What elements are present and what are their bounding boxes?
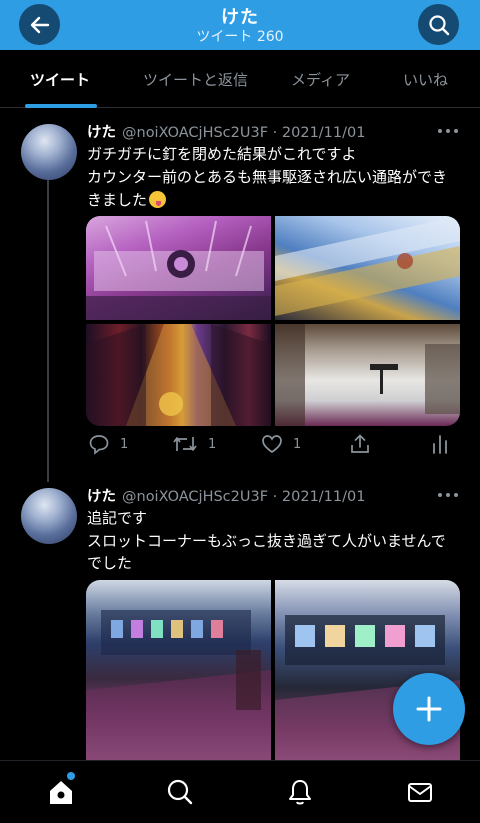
share-icon <box>351 434 369 453</box>
tweet-text-line: 追記です <box>87 509 148 527</box>
tweet-header: けた @noiXOACjHSc2U3F · 2021/11/01 <box>87 485 365 506</box>
nav-notifications[interactable] <box>285 777 315 807</box>
nav-search[interactable] <box>165 777 195 807</box>
home-icon <box>50 781 72 804</box>
tweet-text-line: ガチガチに釘を閉めた結果がこれですよ <box>87 145 357 163</box>
tweet-text-line: スロットコーナーもぶっこ抜き過ぎて人がいませんで <box>87 532 446 550</box>
tweet-header: けた @noiXOACjHSc2U3F · 2021/11/01 <box>87 121 365 142</box>
retweet-button[interactable]: 1 <box>172 433 216 455</box>
profile-header: けた ツイート 260 <box>0 0 480 50</box>
tweet-text-line: でした <box>87 554 133 572</box>
notification-dot <box>67 772 75 780</box>
reply-icon <box>89 435 109 455</box>
search-icon <box>167 779 193 805</box>
thread-line <box>47 180 49 482</box>
share-button[interactable] <box>349 433 371 455</box>
retweet-count: 1 <box>208 436 217 452</box>
nav-home[interactable] <box>46 777 76 807</box>
tweet-media-grid <box>86 216 460 426</box>
analytics-icon <box>433 435 447 454</box>
tweet-date[interactable]: 2021/11/01 <box>282 125 366 141</box>
separator: · <box>272 125 278 141</box>
zany-face-emoji <box>149 191 167 208</box>
more-options-icon[interactable] <box>438 126 458 136</box>
reply-button[interactable]: 1 <box>88 433 128 455</box>
profile-tabs: ツイート ツイートと返信 メディア いいね <box>0 50 480 108</box>
more-options-icon[interactable] <box>438 490 458 500</box>
media-photo[interactable] <box>86 580 271 760</box>
compose-tweet-button[interactable] <box>393 673 465 745</box>
nav-messages[interactable] <box>405 777 435 807</box>
tweet-date[interactable]: 2021/11/01 <box>282 489 366 505</box>
display-name[interactable]: けた <box>87 125 116 141</box>
avatar[interactable] <box>21 124 77 180</box>
tweet-actions: 1 1 1 <box>86 433 460 457</box>
like-button[interactable]: 1 <box>261 433 301 455</box>
separator: · <box>272 489 278 505</box>
search-icon <box>428 14 449 35</box>
tweet-text-line: カウンター前のとあるも無事駆逐され広い通路ができ <box>87 168 448 186</box>
mail-icon <box>408 783 432 802</box>
analytics-button[interactable] <box>430 433 450 455</box>
active-tab-indicator <box>25 104 97 108</box>
plus-icon <box>416 696 442 722</box>
bell-icon <box>289 780 311 805</box>
tab-media[interactable]: メディア <box>291 69 350 90</box>
display-name[interactable]: けた <box>87 489 116 505</box>
tweet-text-line: きました <box>87 189 167 210</box>
avatar[interactable] <box>21 488 77 544</box>
user-handle[interactable]: @noiXOACjHSc2U3F <box>122 125 268 141</box>
tab-likes[interactable]: いいね <box>403 69 448 90</box>
media-photo[interactable] <box>275 216 460 320</box>
media-photo[interactable] <box>86 324 271 426</box>
user-handle[interactable]: @noiXOACjHSc2U3F <box>122 489 268 505</box>
tweet-count: ツイート 260 <box>196 29 284 45</box>
search-button[interactable] <box>418 4 459 45</box>
media-photo[interactable] <box>86 216 271 320</box>
bottom-navigation <box>0 760 480 823</box>
like-count: 1 <box>293 436 302 452</box>
tab-tweets[interactable]: ツイート <box>30 69 90 90</box>
tab-tweets-and-replies[interactable]: ツイートと返信 <box>143 69 248 90</box>
reply-count: 1 <box>120 436 129 452</box>
retweet-icon <box>173 437 197 451</box>
media-photo[interactable] <box>275 324 460 426</box>
heart-icon <box>262 435 282 454</box>
